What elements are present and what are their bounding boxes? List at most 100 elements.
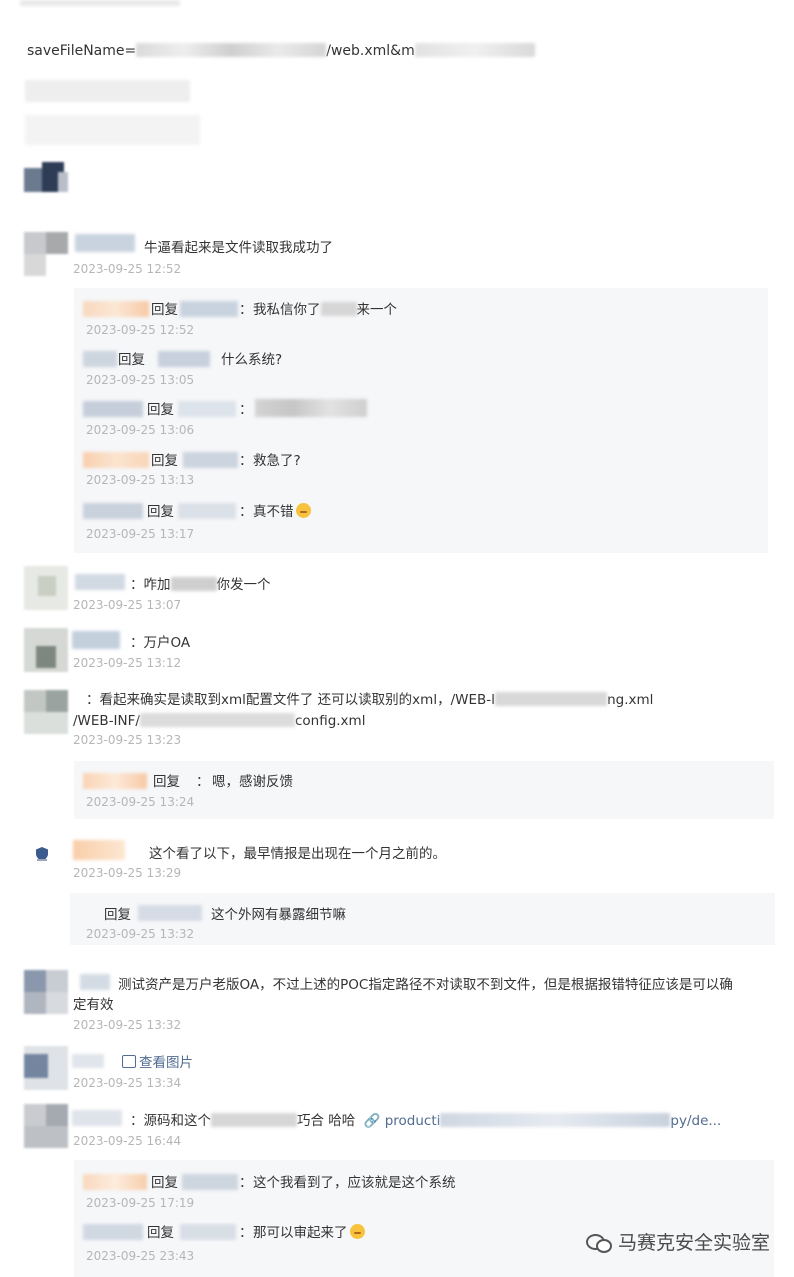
reply-label: 回复 — [151, 453, 178, 469]
reply-label: 回复 — [151, 302, 178, 318]
reply-label: 回复 — [147, 504, 174, 520]
comment-text: 牛逼看起来是文件读取我成功了 — [144, 240, 333, 256]
reply-time: 2023-09-25 13:24 — [86, 795, 195, 809]
comment-time: 2023-09-25 13:32 — [73, 1018, 182, 1032]
username-redacted[interactable] — [75, 234, 135, 252]
avatar[interactable] — [24, 628, 68, 672]
comment-text-line1: ：看起来确实是读取到xml配置文件了 还可以读取别的xml，/WEB-I ng.x… — [86, 692, 654, 708]
reply-target-redacted[interactable] — [183, 452, 238, 468]
reply-user-redacted[interactable] — [83, 351, 117, 367]
view-image-link[interactable]: 查看图片 — [122, 1054, 193, 1072]
blurred-block-2 — [25, 115, 200, 145]
reply-target-redacted[interactable] — [158, 351, 210, 367]
username-redacted[interactable] — [72, 631, 120, 649]
reply-text: 我私信你了 来一个 — [253, 302, 397, 318]
comment-time: 2023-09-25 16:44 — [73, 1134, 182, 1148]
comment-text: ：源码和这个 巧合 哈哈 🔗 producti py/de... — [130, 1113, 722, 1129]
avatar[interactable] — [24, 566, 68, 610]
reply-text: 嗯，感谢反馈 — [212, 774, 293, 790]
reply-target-redacted[interactable] — [178, 503, 236, 519]
comment-time: 2023-09-25 13:07 — [73, 598, 182, 612]
reply-text: 救急了? — [253, 453, 301, 469]
reply-time: 2023-09-25 13:32 — [86, 927, 195, 941]
avatar[interactable] — [24, 1046, 68, 1090]
reply-label: 回复 — [147, 402, 174, 418]
watermark: 马赛克安全实验室 — [585, 1228, 770, 1255]
reply-text: 这个外网有暴露细节嘛 — [211, 907, 346, 923]
save-file-line: saveFileName= /web.xml&m — [27, 42, 535, 60]
avatar[interactable] — [24, 1104, 68, 1148]
reply-sep: ： — [239, 1225, 253, 1241]
laugh-emoji-icon — [295, 503, 311, 518]
reply-sep: ： — [239, 302, 253, 318]
reply-target-redacted[interactable] — [178, 401, 236, 417]
comment-time: 2023-09-25 13:29 — [73, 866, 182, 880]
comment-text-line2: 定有效 — [73, 997, 114, 1013]
comment-time: 2023-09-25 13:12 — [73, 656, 182, 670]
watermark-text: 马赛克安全实验室 — [617, 1232, 770, 1254]
reply-label: 回复 — [104, 907, 131, 923]
reply-target-redacted[interactable] — [182, 1174, 238, 1190]
reply-text: 那可以审起来了 — [253, 1224, 365, 1242]
avatar[interactable] — [24, 690, 68, 734]
reply-target-redacted[interactable] — [180, 301, 238, 317]
image-icon — [122, 1055, 136, 1068]
redacted-inline — [320, 302, 357, 316]
comment-time: 2023-09-25 13:23 — [73, 733, 182, 747]
comment-time: 2023-09-25 12:52 — [73, 262, 182, 276]
thinking-emoji-icon — [349, 1224, 365, 1239]
comment-text-line1: 测试资产是万户老版OA，不过上述的POC指定路径不对读取不到文件，但是根据报错特… — [118, 977, 733, 993]
reply-sep: ： — [239, 1175, 253, 1191]
blurred-avatar-top — [24, 158, 68, 202]
wechat-icon — [585, 1232, 612, 1253]
username-redacted[interactable] — [80, 974, 110, 990]
reply-time: 2023-09-25 17:19 — [86, 1196, 195, 1210]
reply-label: 回复 — [118, 352, 145, 368]
comment-time: 2023-09-25 13:34 — [73, 1076, 182, 1090]
reply-target-redacted[interactable] — [180, 1224, 236, 1240]
source-link[interactable]: 🔗 producti py/de... — [363, 1113, 721, 1129]
username-redacted[interactable] — [72, 1054, 104, 1068]
reply-user-redacted[interactable] — [83, 1224, 143, 1240]
reply-text: 什么系统? — [221, 352, 283, 368]
reply-user-redacted[interactable] — [83, 401, 143, 417]
reply-target-redacted[interactable] — [138, 905, 202, 921]
reply-user-redacted[interactable] — [83, 773, 147, 789]
comment-text: 这个看了以下，最早情报是出现在一个月之前的。 — [149, 846, 446, 862]
redacted-inline — [211, 1113, 297, 1127]
save-file-suffix: /web.xml&m — [326, 43, 415, 59]
reply-text: 这个我看到了，应该就是这个系统 — [253, 1175, 456, 1191]
blurred-block-1 — [25, 80, 190, 102]
reply-time: 2023-09-25 13:13 — [86, 473, 195, 487]
redacted-tail — [414, 43, 535, 57]
avatar[interactable] — [24, 970, 68, 1014]
reply-label: 回复 — [147, 1225, 174, 1241]
avatar[interactable] — [24, 232, 68, 276]
reply-user-redacted[interactable] — [83, 503, 143, 519]
reply-time: 2023-09-25 13:17 — [86, 527, 195, 541]
redacted-path — [136, 43, 327, 57]
reply-time: 2023-09-25 23:43 — [86, 1249, 195, 1263]
reply-user-redacted[interactable] — [83, 452, 149, 468]
reply-sep: ： — [239, 453, 253, 469]
reply-sep: ： — [196, 774, 210, 790]
comment-text: ：咋加 你发一个 — [130, 577, 271, 593]
reply-user-redacted[interactable] — [83, 301, 149, 317]
reply-user-redacted[interactable] — [83, 1174, 147, 1190]
link-icon: 🔗 — [363, 1113, 381, 1129]
blurred-header-top — [20, 0, 180, 6]
username-redacted[interactable] — [72, 1110, 122, 1126]
shield-badge-icon — [34, 846, 50, 862]
reply-label: 回复 — [151, 1175, 178, 1191]
reply-time: 2023-09-25 12:52 — [86, 323, 195, 337]
username-redacted[interactable] — [75, 574, 125, 590]
redacted-inline — [440, 1113, 671, 1127]
username-redacted[interactable] — [73, 840, 125, 860]
reply-time: 2023-09-25 13:05 — [86, 373, 195, 387]
reply-sep: ： — [239, 504, 253, 520]
comment-text-line2: /WEB-INF/config.xml — [73, 713, 366, 729]
redacted-inline — [495, 692, 608, 706]
save-file-prefix: saveFileName= — [27, 43, 137, 59]
redacted-inline — [139, 713, 295, 727]
reply-label: 回复 — [153, 774, 180, 790]
